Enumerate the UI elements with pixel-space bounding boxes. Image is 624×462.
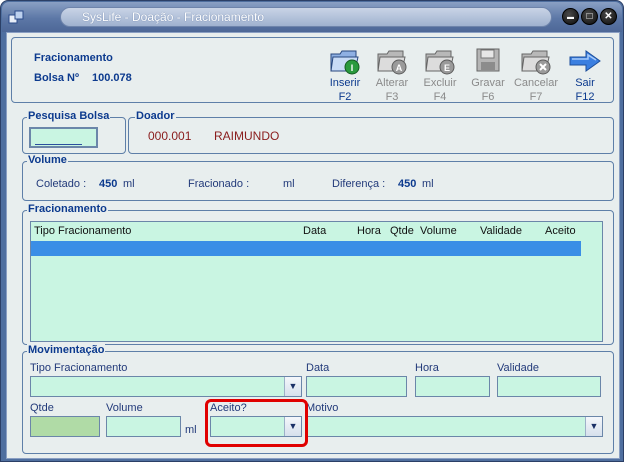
qtde-input[interactable] bbox=[30, 416, 100, 437]
toolbar-cancel-button[interactable]: Cancelar F7 bbox=[511, 46, 561, 104]
doador-code: 000.001 bbox=[148, 129, 192, 143]
toolbar-exit-label: Sair bbox=[575, 77, 595, 89]
table-row-selected[interactable] bbox=[31, 241, 581, 256]
diferenca-label: Diferença : bbox=[332, 178, 386, 190]
data-label: Data bbox=[306, 362, 330, 374]
toolbar-save-key: F6 bbox=[481, 91, 495, 103]
coletado-unit: ml bbox=[123, 178, 135, 190]
col-volume[interactable]: Volume bbox=[420, 225, 457, 237]
toolbar-insert-label: Inserir bbox=[329, 77, 361, 89]
coletado-label: Coletado : bbox=[36, 178, 87, 190]
fracionamento-panel: Fracionamento Tipo Fracionamento Data Ho… bbox=[22, 203, 614, 345]
page-title: Fracionamento bbox=[34, 52, 113, 64]
motivo-label: Motivo bbox=[306, 402, 339, 414]
grid-header-row: Tipo Fracionamento Data Hora Qtde Volume… bbox=[31, 222, 602, 240]
svg-text:A: A bbox=[396, 63, 403, 73]
toolbar-save-button[interactable]: Gravar F6 bbox=[463, 46, 513, 104]
toolbar-save-label: Gravar bbox=[471, 77, 505, 89]
pesquisa-bolsa-input[interactable] bbox=[29, 127, 98, 148]
validade-input[interactable] bbox=[497, 376, 601, 397]
tipo-fracionamento-select[interactable]: ▼ bbox=[30, 376, 302, 397]
maximize-icon: □ bbox=[586, 11, 593, 22]
toolbar-cancel-label: Cancelar bbox=[513, 77, 559, 89]
fracionado-label: Fracionado : bbox=[188, 178, 250, 190]
client-area: Fracionamento Bolsa Nº 100.078 I Inserir… bbox=[6, 32, 620, 459]
movimentacao-panel: Movimentação Tipo Fracionamento ▼ Data H… bbox=[22, 344, 614, 454]
bolsa-number: 100.078 bbox=[92, 72, 132, 84]
edit-icon: A bbox=[377, 50, 407, 75]
toolbar-delete-button[interactable]: E Excluir F4 bbox=[415, 46, 465, 104]
col-hora[interactable]: Hora bbox=[357, 225, 381, 237]
toolbar-insert-key: F2 bbox=[338, 91, 352, 103]
doador-legend: Doador bbox=[135, 110, 176, 122]
volume-input[interactable] bbox=[106, 416, 181, 437]
toolbar-delete-label: Excluir bbox=[423, 77, 457, 89]
close-button[interactable]: ✕ bbox=[600, 8, 617, 25]
data-input[interactable] bbox=[306, 376, 407, 397]
coletado-value: 450 bbox=[99, 178, 118, 190]
insert-icon: I bbox=[330, 50, 360, 75]
col-tipo-fracionamento[interactable]: Tipo Fracionamento bbox=[34, 225, 131, 237]
svg-text:I: I bbox=[351, 63, 354, 73]
hora-input[interactable] bbox=[415, 376, 490, 397]
save-icon bbox=[476, 48, 500, 72]
pesquisa-bolsa-legend: Pesquisa Bolsa bbox=[27, 110, 111, 122]
col-aceito[interactable]: Aceito bbox=[545, 225, 576, 237]
tipo-fracionamento-label: Tipo Fracionamento bbox=[30, 362, 128, 374]
validade-label: Validade bbox=[497, 362, 539, 374]
col-data[interactable]: Data bbox=[303, 225, 326, 237]
svg-text:E: E bbox=[444, 63, 450, 73]
cancel-icon bbox=[521, 50, 551, 75]
pesquisa-bolsa-panel: Pesquisa Bolsa bbox=[22, 110, 126, 154]
minimize-icon: ▬ bbox=[567, 14, 574, 21]
title-bar[interactable]: SysLife - Doação - Fracionamento ▬ □ ✕ bbox=[2, 2, 622, 32]
toolbar-edit-button[interactable]: A Alterar F3 bbox=[367, 46, 417, 104]
minimize-button[interactable]: ▬ bbox=[562, 8, 579, 25]
diferenca-unit: ml bbox=[422, 178, 434, 190]
toolbar-cancel-key: F7 bbox=[529, 91, 543, 103]
highlight-box bbox=[205, 399, 308, 447]
volume-unit: ml bbox=[185, 424, 197, 436]
close-icon: ✕ bbox=[604, 11, 613, 22]
fracionamento-grid[interactable]: Tipo Fracionamento Data Hora Qtde Volume… bbox=[30, 221, 603, 342]
col-validade[interactable]: Validade bbox=[480, 225, 522, 237]
hora-label: Hora bbox=[415, 362, 439, 374]
chevron-down-icon[interactable]: ▼ bbox=[284, 377, 301, 396]
toolbar-exit-button[interactable]: Sair F12 bbox=[560, 46, 610, 104]
bolsa-label: Bolsa Nº bbox=[34, 72, 79, 84]
volume-panel: Volume Coletado : 450 ml Fracionado : ml… bbox=[22, 154, 614, 201]
window-title: SysLife - Doação - Fracionamento bbox=[82, 10, 265, 24]
delete-icon: E bbox=[425, 50, 455, 75]
fracionamento-legend: Fracionamento bbox=[27, 203, 108, 215]
input-caret-line bbox=[35, 144, 82, 145]
toolbar-insert-button[interactable]: I Inserir F2 bbox=[320, 46, 370, 104]
app-icon bbox=[8, 10, 24, 24]
fracionado-unit: ml bbox=[283, 178, 295, 190]
toolbar-exit-key: F12 bbox=[575, 91, 595, 103]
movimentacao-legend: Movimentação bbox=[27, 344, 106, 356]
doador-name: RAIMUNDO bbox=[214, 129, 280, 143]
motivo-select[interactable]: ▼ bbox=[306, 416, 603, 437]
qtde-label: Qtde bbox=[30, 402, 54, 414]
maximize-button[interactable]: □ bbox=[581, 8, 598, 25]
toolbar-edit-key: F3 bbox=[385, 91, 399, 103]
doador-panel: Doador 000.001 RAIMUNDO bbox=[128, 110, 614, 154]
header-panel: Fracionamento Bolsa Nº 100.078 I Inserir… bbox=[11, 37, 614, 103]
volume-legend: Volume bbox=[27, 154, 68, 166]
volume-label: Volume bbox=[106, 402, 143, 414]
toolbar-delete-key: F4 bbox=[433, 91, 447, 103]
toolbar-edit-label: Alterar bbox=[375, 77, 409, 89]
exit-arrow-icon bbox=[569, 50, 601, 72]
diferenca-value: 450 bbox=[398, 178, 417, 190]
chevron-down-icon[interactable]: ▼ bbox=[585, 417, 602, 436]
application-window: SysLife - Doação - Fracionamento ▬ □ ✕ F… bbox=[0, 0, 624, 462]
col-qtde[interactable]: Qtde bbox=[390, 225, 414, 237]
